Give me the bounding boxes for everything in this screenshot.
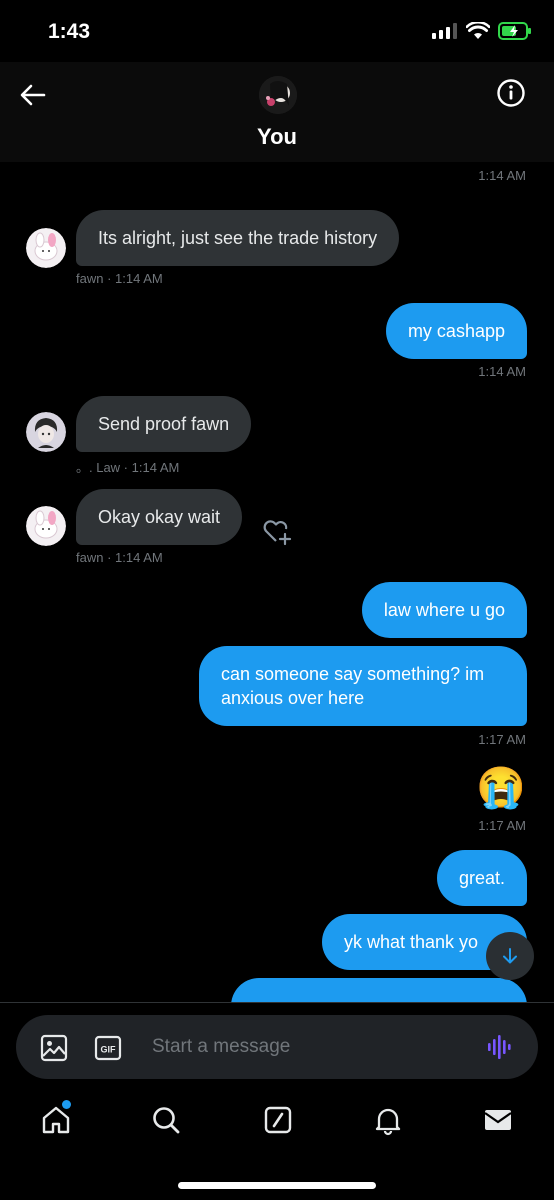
message-meta: fawn · 1:14 AM <box>76 271 163 286</box>
message-line: anxious over here <box>221 688 365 708</box>
message-bubble-outgoing[interactable]: my cashapp <box>385 303 527 359</box>
home-indicator <box>178 1182 376 1189</box>
message-bubble-incoming[interactable]: Okay okay wait <box>76 489 243 545</box>
search-icon[interactable] <box>150 1104 182 1136</box>
message-bubble-outgoing[interactable]: great. <box>436 850 527 906</box>
compose-icon[interactable] <box>262 1104 294 1136</box>
header-avatar[interactable] <box>259 76 297 114</box>
avatar-fawn[interactable] <box>26 506 66 546</box>
bottom-tab-bar <box>0 1088 554 1200</box>
avatar-fawn[interactable] <box>26 228 66 268</box>
bell-icon[interactable] <box>372 1104 404 1136</box>
conversation-title[interactable]: You <box>0 124 554 150</box>
arrow-down-icon <box>503 948 517 964</box>
cellular-signal-icon <box>432 23 457 39</box>
scroll-to-bottom-button[interactable] <box>486 932 534 980</box>
info-icon[interactable] <box>496 78 526 108</box>
message-bubble-outgoing[interactable]: can someone say something? im anxious ov… <box>199 646 527 726</box>
message-bubble-outgoing-partial[interactable] <box>231 978 527 1002</box>
voice-wave-icon[interactable] <box>486 1033 514 1061</box>
composer-area: GIF <box>0 1002 554 1088</box>
message-input[interactable] <box>152 1027 472 1067</box>
message-bubble-outgoing[interactable]: law where u go <box>361 582 527 638</box>
emoji-message[interactable]: 😭 <box>476 766 526 810</box>
battery-icon <box>498 22 531 40</box>
message-timestamp: 1:17 AM <box>478 818 526 833</box>
mail-icon[interactable] <box>482 1104 514 1136</box>
message-bubble-incoming[interactable]: Send proof fawn <box>76 396 252 452</box>
status-icons <box>432 22 532 40</box>
svg-text:GIF: GIF <box>101 1045 117 1055</box>
heart-plus-icon[interactable] <box>262 516 292 546</box>
message-timestamp: 1:14 AM <box>478 168 526 183</box>
notification-dot <box>62 1100 71 1109</box>
conversation-header: You <box>0 62 554 162</box>
status-bar: 1:43 <box>0 0 554 62</box>
gif-icon[interactable]: GIF <box>94 1034 122 1062</box>
status-time: 1:43 <box>48 20 91 43</box>
image-icon[interactable] <box>40 1034 68 1062</box>
message-timestamp: 1:14 AM <box>478 364 526 379</box>
message-timestamp: 1:17 AM <box>478 732 526 747</box>
message-meta: 。. Law · 1:14 AM <box>76 460 180 475</box>
message-bubble-incoming[interactable]: Its alright, just see the trade history <box>76 210 400 266</box>
avatar-law[interactable] <box>26 412 66 452</box>
wifi-icon <box>466 22 490 39</box>
message-composer: GIF <box>16 1015 538 1079</box>
back-arrow-icon[interactable] <box>18 80 48 110</box>
message-meta: fawn · 1:14 AM <box>76 550 163 565</box>
message-list[interactable]: 1:14 AM Its alright, just see the trade … <box>0 162 554 1002</box>
message-line: can someone say something? im <box>221 664 485 684</box>
